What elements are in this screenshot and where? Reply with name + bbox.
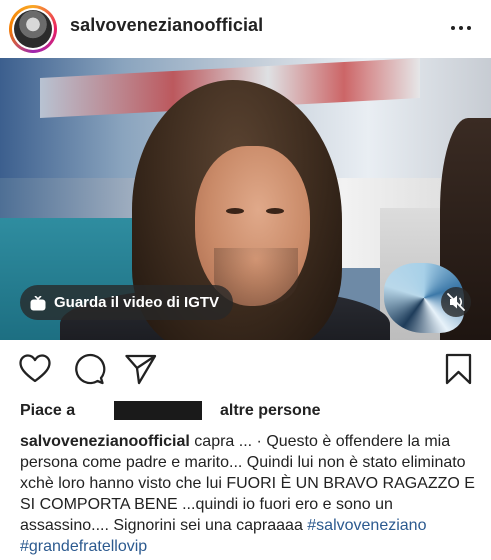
heart-icon [19, 354, 51, 383]
more-horizontal-icon[interactable] [449, 18, 473, 38]
igtv-label: Guarda il video di IGTV [54, 294, 220, 311]
hashtag-link[interactable]: #salvoveneziano [307, 517, 426, 534]
likes-suffix: altre persone [220, 402, 321, 419]
share-button[interactable] [124, 352, 158, 386]
caption-username[interactable]: salvovenezianoofficial [20, 433, 190, 450]
igtv-watch-button[interactable]: Guarda il video di IGTV [20, 285, 234, 320]
mute-button[interactable] [441, 287, 471, 317]
avatar-image [14, 10, 52, 48]
comment-icon [75, 353, 106, 385]
bookmark-icon [445, 353, 472, 385]
comment-button[interactable] [72, 352, 106, 386]
send-icon [125, 354, 157, 385]
igtv-icon [30, 294, 46, 310]
avatar[interactable] [9, 5, 57, 53]
post-video[interactable]: Guarda il video di IGTV [0, 58, 491, 340]
like-button[interactable] [18, 352, 52, 386]
likes-prefix: Piace a [20, 402, 76, 419]
save-button[interactable] [442, 352, 476, 386]
post-header: salvovenezianoofficial [0, 0, 491, 56]
hashtag-link[interactable]: #grandefratellovip [20, 538, 147, 555]
redacted-name [114, 401, 202, 420]
post-caption: salvovenezianoofficial capra ... · Quest… [20, 431, 475, 557]
speaker-muted-icon [447, 293, 465, 311]
post-username[interactable]: salvovenezianoofficial [70, 15, 263, 36]
post-actions [0, 340, 491, 396]
